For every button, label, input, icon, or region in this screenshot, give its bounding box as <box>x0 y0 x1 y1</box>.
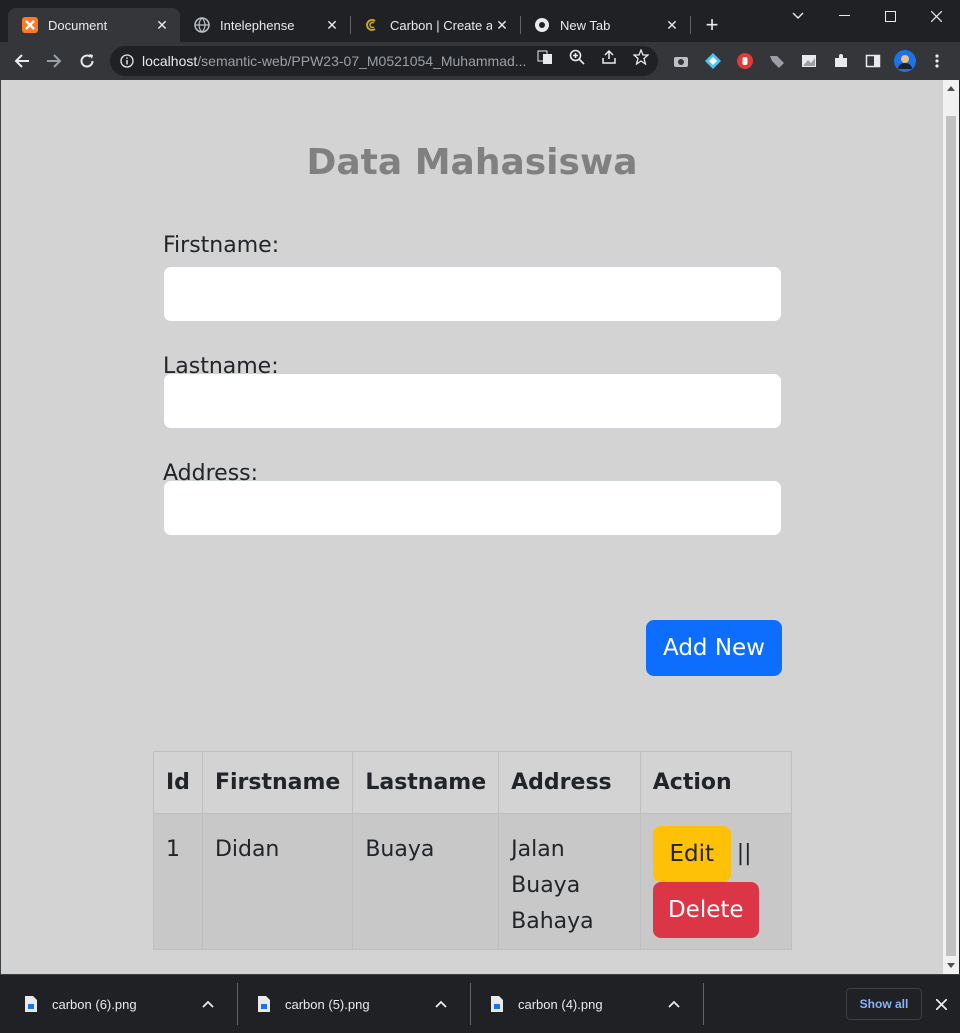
tab-title: Intelephense <box>220 17 295 33</box>
bookmark-star-icon[interactable] <box>633 49 649 65</box>
download-item[interactable]: carbon (5).png <box>233 975 469 1033</box>
share-icon[interactable] <box>601 49 617 65</box>
cell-action: Edit || Delete <box>639 813 793 950</box>
cell-id: 1 <box>153 813 203 950</box>
extensions-puzzle-icon[interactable] <box>833 53 849 69</box>
maximize-icon[interactable] <box>867 0 913 32</box>
close-icon[interactable]: ✕ <box>322 15 342 35</box>
globe-icon <box>194 17 210 33</box>
chevron-up-icon[interactable] <box>668 998 680 1010</box>
file-icon <box>257 996 271 1012</box>
column-header-id: Id <box>153 751 203 814</box>
profile-avatar[interactable] <box>894 50 916 72</box>
download-item[interactable]: carbon (6).png <box>0 975 236 1033</box>
tab-title: Carbon | Create and <box>390 17 492 33</box>
column-header-firstname: Firstname <box>201 751 354 814</box>
close-shelf-icon[interactable] <box>931 994 951 1014</box>
address-input[interactable] <box>163 480 782 536</box>
extension-image-icon[interactable] <box>801 53 817 69</box>
vertical-scrollbar[interactable] <box>943 80 959 974</box>
tab-search-icon[interactable] <box>775 0 821 32</box>
show-all-button[interactable]: Show all <box>846 988 922 1020</box>
page-title: Data Mahasiswa <box>306 142 638 183</box>
tag-icon[interactable] <box>769 53 785 69</box>
download-item[interactable]: carbon (4).png <box>466 975 702 1033</box>
url-path: /semantic-web/PPW23-07_M0521054_Muhammad… <box>197 53 527 69</box>
tab-document[interactable]: Document ✕ <box>8 8 180 42</box>
file-icon <box>490 996 504 1012</box>
extension-diamond-icon[interactable] <box>705 53 721 69</box>
menu-kebab-icon[interactable] <box>929 53 945 69</box>
firstname-input[interactable] <box>163 266 782 322</box>
edit-button[interactable]: Edit <box>652 826 731 882</box>
tab-title: New Tab <box>560 17 611 33</box>
lastname-label: Lastname: <box>163 354 279 379</box>
url-host: localhost <box>142 53 198 69</box>
column-header-action: Action <box>639 751 793 814</box>
download-filename: carbon (5).png <box>285 996 370 1012</box>
table-row: 1 Didan Buaya Jalan Buaya Bahaya Edit || … <box>153 813 793 950</box>
download-separator <box>703 983 704 1025</box>
file-icon <box>24 996 38 1012</box>
minimize-icon[interactable] <box>821 0 867 32</box>
close-icon[interactable]: ✕ <box>662 15 682 35</box>
page-viewport: Data Mahasiswa Firstname: Lastname: Addr… <box>1 80 943 974</box>
chrome-icon <box>534 17 550 33</box>
firstname-label: Firstname: <box>163 233 280 258</box>
chevron-up-icon[interactable] <box>435 998 447 1010</box>
column-header-address: Address <box>498 751 641 814</box>
download-filename: carbon (4).png <box>518 996 603 1012</box>
table-header-row: Id Firstname Lastname Address Action <box>153 751 793 814</box>
scrollbar-thumb[interactable] <box>946 116 956 956</box>
browser-toolbar: localhost/semantic-web/PPW23-07_M0521054… <box>0 42 960 80</box>
camera-icon[interactable] <box>673 53 689 69</box>
address-url[interactable]: localhost/semantic-web/PPW23-07_M0521054… <box>142 53 527 69</box>
lastname-input[interactable] <box>163 373 782 429</box>
close-icon[interactable]: ✕ <box>152 15 172 35</box>
tab-separator <box>690 16 691 34</box>
add-new-button[interactable]: Add New <box>646 620 782 676</box>
site-info-icon[interactable] <box>120 54 134 68</box>
tab-intelephense[interactable]: Intelephense ✕ <box>180 8 350 42</box>
xampp-icon <box>22 17 38 33</box>
adblock-icon[interactable] <box>737 53 753 69</box>
delete-button[interactable]: Delete <box>652 882 759 938</box>
reload-icon[interactable] <box>74 48 100 74</box>
window-close-icon[interactable] <box>913 0 959 32</box>
zoom-icon[interactable] <box>569 49 585 65</box>
forward-icon[interactable] <box>41 48 67 74</box>
tab-new-tab[interactable]: New Tab ✕ <box>520 8 690 42</box>
close-icon[interactable]: ✕ <box>492 15 512 35</box>
column-header-lastname: Lastname <box>352 751 500 814</box>
chevron-up-icon[interactable] <box>202 998 214 1010</box>
scroll-up-arrow-icon[interactable] <box>947 86 955 91</box>
action-separator: || <box>736 841 752 866</box>
new-tab-button[interactable]: + <box>700 14 724 38</box>
cell-lastname: Buaya <box>352 813 500 950</box>
tab-carbon[interactable]: Carbon | Create and ✕ <box>350 8 520 42</box>
back-icon[interactable] <box>9 48 35 74</box>
tab-title: Document <box>48 17 108 33</box>
mahasiswa-table: Id Firstname Lastname Address Action 1 D… <box>153 751 793 950</box>
download-shelf: carbon (6).png carbon (5).png carbon (4)… <box>0 974 960 1032</box>
carbon-icon <box>364 17 380 33</box>
cell-address: Jalan Buaya Bahaya <box>498 813 641 950</box>
cell-firstname: Didan <box>201 813 354 950</box>
tab-strip: Document ✕ Intelephense ✕ Carbon | Creat… <box>0 0 960 42</box>
download-filename: carbon (6).png <box>52 996 137 1012</box>
scroll-down-arrow-icon[interactable] <box>947 963 955 968</box>
address-label: Address: <box>163 461 259 486</box>
side-panel-icon[interactable] <box>865 53 881 69</box>
translate-icon[interactable] <box>537 49 553 65</box>
